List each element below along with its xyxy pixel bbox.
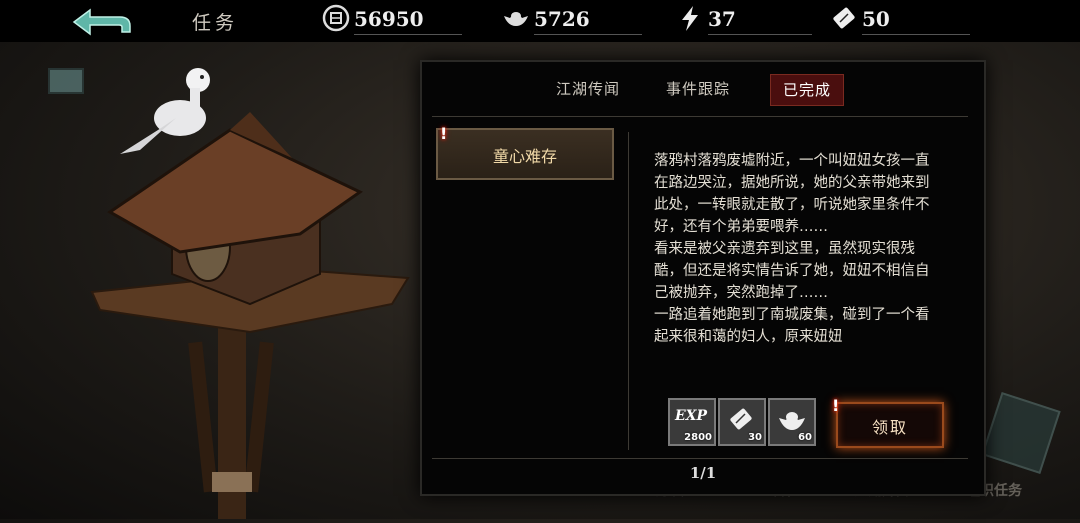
description-paragraph: 一路追着她跑到了南城废集，碰到了一个看起来很和蔼的妇人，原来妞妞: [654, 307, 930, 345]
tab-completed[interactable]: 已完成: [770, 74, 845, 106]
alert-icon: !: [832, 396, 840, 415]
hanging-sign: [48, 68, 84, 94]
tab-event-tracking[interactable]: 事件跟踪: [666, 74, 730, 104]
tab-rumors[interactable]: 江湖传闻: [556, 74, 620, 104]
quest-list-item[interactable]: 童心难存: [436, 128, 614, 180]
vertical-divider: [628, 132, 629, 450]
top-resource-bar: 任务 56950 5726 37 50: [0, 0, 1080, 42]
page-title: 任务: [192, 12, 239, 34]
alert-icon: !: [440, 124, 448, 143]
reward-ticket: 30: [718, 398, 766, 446]
quest-tabs: 江湖传闻 事件跟踪 已完成: [422, 74, 984, 106]
bottom-divider: [432, 458, 968, 459]
description-paragraph: 落鸦村落鸦废墟附近，一个叫妞妞女孩一直在路边哭泣，据她所说，她的父亲带她来到此处…: [654, 153, 930, 235]
claim-button[interactable]: 领取: [836, 402, 944, 448]
description-paragraph: 看来是被父亲遗弃到这里，虽然现实很残酷，但还是将实情告诉了她，妞妞不相信自己被抛…: [654, 241, 930, 301]
pigeon-birdhouse-illustration: [0, 42, 430, 519]
back-arrow-icon[interactable]: [68, 6, 134, 38]
ticket-icon: [833, 7, 855, 29]
energy-amount: 37: [708, 7, 736, 31]
coin-amount: 56950: [354, 7, 424, 31]
tab-divider: [432, 116, 968, 117]
reward-silver: 60: [768, 398, 816, 446]
page-indicator: 1/1: [689, 464, 717, 482]
reward-amount: 60: [798, 432, 812, 443]
coin-icon: [322, 4, 350, 32]
reward-amount: 2800: [684, 432, 712, 443]
claim-label: 领取: [871, 418, 908, 437]
quest-name: 童心难存: [492, 147, 557, 166]
exp-icon: EXP: [675, 408, 708, 424]
quest-panel: 江湖传闻 事件跟踪 已完成 童心难存 ! 落鸦村落鸦废墟附近，一个叫妞妞女孩一直…: [420, 60, 986, 496]
silver-amount: 5726: [534, 7, 590, 31]
reward-amount: 30: [748, 432, 762, 443]
silver-ingot-icon: [504, 12, 528, 26]
energy-bolt-icon: [682, 6, 698, 31]
quest-description: 落鸦村落鸦废墟附近，一个叫妞妞女孩一直在路边哭泣，据她所说，她的父亲带她来到此处…: [654, 150, 942, 372]
ticket-amount: 50: [862, 7, 890, 31]
reward-exp: EXP 2800: [668, 398, 716, 446]
card-icon: [981, 392, 1061, 474]
